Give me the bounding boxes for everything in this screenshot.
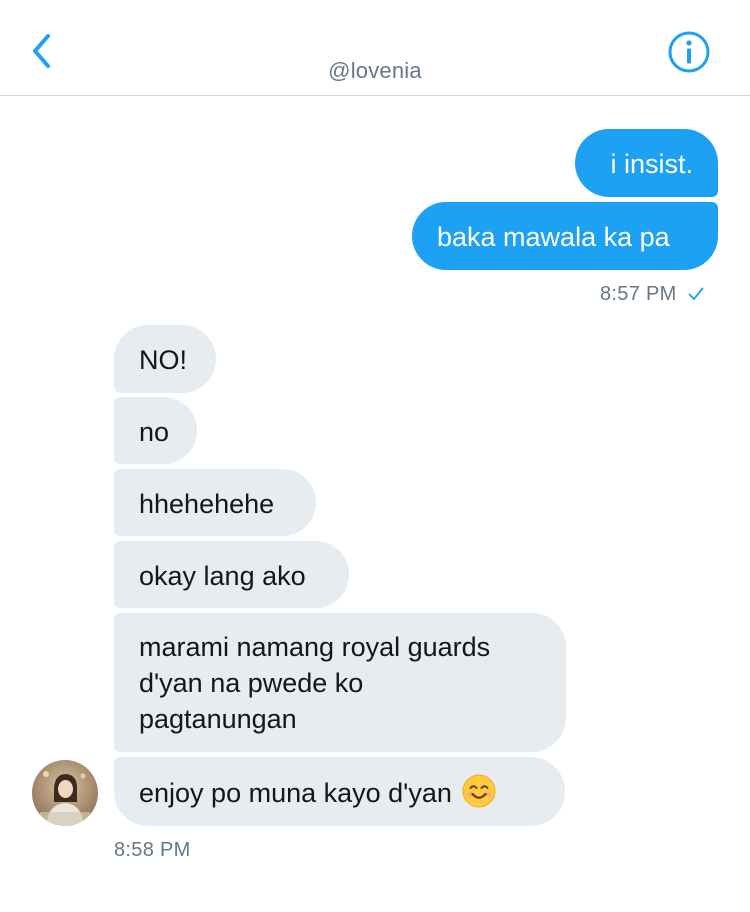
incoming-message[interactable]: NO! — [114, 325, 216, 393]
message-text: NO! — [139, 345, 188, 375]
message-text: hhehehehe — [139, 489, 275, 519]
info-circle-icon — [668, 31, 710, 73]
incoming-timestamp: 8:58 PM — [114, 839, 191, 862]
message-text: i insist. — [610, 149, 693, 179]
incoming-message[interactable]: marami namang royal guards d'yan na pwed… — [114, 613, 566, 752]
avatar[interactable] — [32, 760, 98, 826]
incoming-message[interactable]: no — [114, 397, 197, 464]
message-text-line: marami namang royal guards — [139, 632, 491, 662]
timestamp-text: 8:57 PM — [600, 283, 677, 305]
message-text: okay lang ako — [139, 561, 306, 591]
conversation-header: @lovenia — [0, 0, 750, 96]
message-text: no — [139, 417, 170, 447]
outgoing-message[interactable]: i insist. — [575, 129, 718, 197]
info-button[interactable] — [667, 30, 711, 74]
incoming-message[interactable]: hhehehehe — [114, 469, 316, 536]
conversation-title[interactable]: @lovenia — [0, 58, 750, 84]
outgoing-message[interactable]: baka mawala ka pa — [412, 202, 718, 270]
timestamp-text: 8:58 PM — [114, 839, 191, 861]
message-text: enjoy po muna kayo d'yan — [139, 778, 452, 808]
message-text-line: pagtanungan — [139, 704, 297, 734]
message-text-line: d'yan na pwede ko — [139, 668, 364, 698]
incoming-message[interactable]: okay lang ako — [114, 541, 349, 608]
outgoing-timestamp: 8:57 PM — [600, 283, 704, 306]
smiling-face-emoji — [462, 774, 496, 817]
checkmark-icon — [689, 287, 704, 300]
incoming-message[interactable]: enjoy po muna kayo d'yan — [114, 757, 565, 826]
message-text: baka mawala ka pa — [437, 222, 670, 252]
